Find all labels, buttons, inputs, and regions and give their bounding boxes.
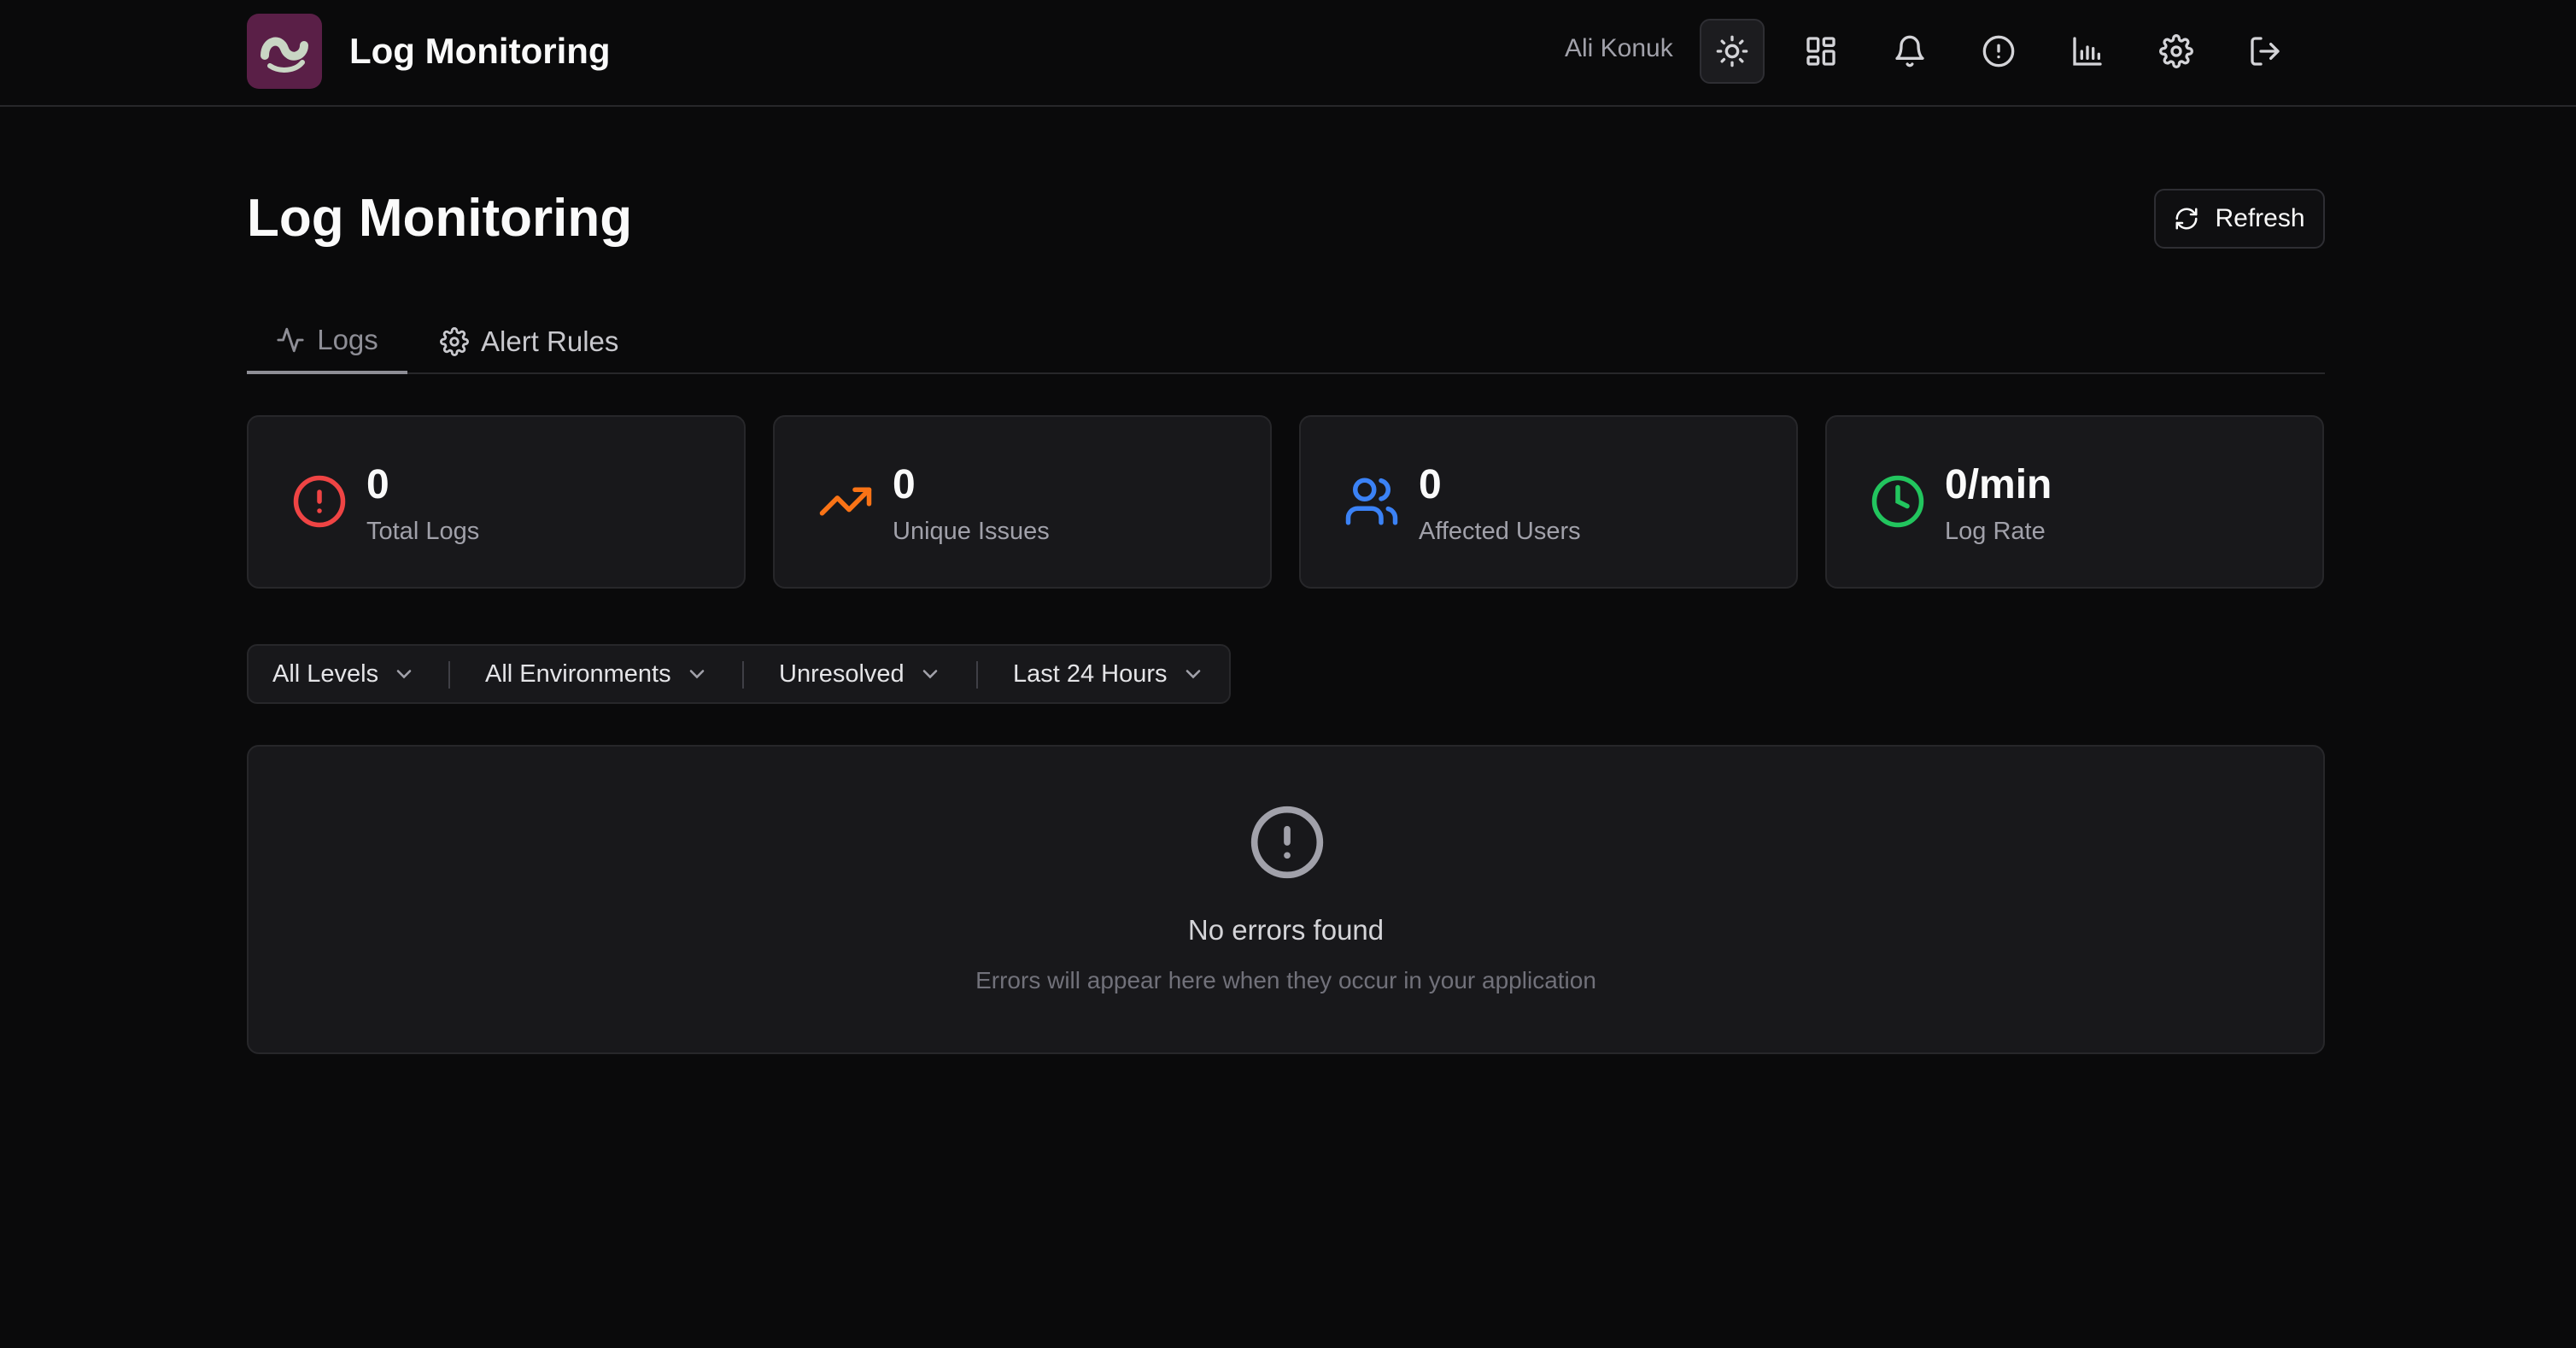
- logout-icon: [2251, 37, 2280, 66]
- stat-label: Log Rate: [1945, 518, 2046, 545]
- logout-button[interactable]: [2233, 19, 2298, 84]
- stat-label: Unique Issues: [893, 518, 1050, 545]
- tab-alert-rules[interactable]: Alert Rules: [440, 309, 618, 374]
- sun-icon: [1716, 35, 1748, 67]
- stat-label: Total Logs: [366, 518, 480, 545]
- notifications-button[interactable]: [1877, 19, 1942, 84]
- gear-icon: [440, 327, 469, 356]
- stat-card-unique-issues: 0 Unique Issues: [773, 415, 1272, 589]
- alert-circle-icon: [1982, 35, 2015, 67]
- bell-icon: [1895, 35, 1924, 67]
- filter-label: All Levels: [272, 659, 379, 688]
- filter-divider: [742, 661, 744, 689]
- clock-icon: [1871, 475, 1924, 528]
- nav-icons: [1700, 19, 2321, 84]
- stat-value: 0: [1419, 462, 1442, 507]
- chevron-down-icon: [396, 670, 412, 679]
- bar-chart-icon: [2073, 37, 2102, 66]
- users-icon: [1345, 478, 1398, 525]
- activity-icon: [277, 327, 304, 353]
- settings-button[interactable]: [2144, 19, 2209, 84]
- filter-label: Last 24 Hours: [1013, 659, 1168, 688]
- analytics-button[interactable]: [2055, 19, 2120, 84]
- dashboard-icon: [1806, 37, 1835, 66]
- status-filter-select[interactable]: Unresolved: [779, 646, 942, 702]
- empty-state-subtitle: Errors will appear here when they occur …: [975, 967, 1596, 993]
- stat-value: 0/min: [1945, 462, 2052, 507]
- refresh-icon: [2175, 208, 2198, 230]
- filter-label: Unresolved: [779, 659, 905, 688]
- stat-value: 0: [893, 462, 916, 507]
- stat-card-log-rate: 0/min Log Rate: [1825, 415, 2324, 589]
- environment-filter-select[interactable]: All Environments: [485, 646, 709, 702]
- refresh-button[interactable]: Refresh: [2154, 189, 2325, 249]
- chevron-down-icon: [1186, 670, 1200, 679]
- filter-label: All Environments: [485, 659, 671, 688]
- tab-logs-label: Logs: [317, 324, 378, 355]
- tab-logs[interactable]: Logs: [247, 309, 407, 374]
- trending-up-icon: [819, 487, 872, 516]
- empty-state-title: No errors found: [1187, 914, 1385, 946]
- alert-circle-icon: [1250, 806, 1324, 879]
- dashboard-button[interactable]: [1789, 19, 1853, 84]
- stat-card-affected-users: 0 Affected Users: [1299, 415, 1798, 589]
- app-title: Log Monitoring: [349, 31, 611, 71]
- filter-bar: All Levels All Environments Unresolved L…: [247, 644, 1231, 704]
- brand[interactable]: Log Monitoring: [247, 14, 611, 89]
- stat-card-total-logs: 0 Total Logs: [247, 415, 746, 589]
- empty-state: No errors found Errors will appear here …: [247, 745, 2325, 1054]
- errors-button[interactable]: [1966, 19, 2031, 84]
- page-title: Log Monitoring: [247, 189, 633, 248]
- chevron-down-icon: [922, 670, 937, 679]
- tab-bar: Logs Alert Rules: [247, 309, 2325, 374]
- refresh-label: Refresh: [2215, 204, 2305, 232]
- filter-divider: [976, 661, 978, 689]
- alert-circle-icon: [293, 475, 346, 528]
- tab-alert-rules-label: Alert Rules: [481, 325, 619, 357]
- app-logo: [247, 14, 322, 89]
- filter-divider: [448, 661, 450, 689]
- top-bar: Log Monitoring Ali Konuk: [0, 0, 2576, 107]
- stat-value: 0: [366, 462, 389, 507]
- level-filter-select[interactable]: All Levels: [272, 646, 416, 702]
- time-range-filter-select[interactable]: Last 24 Hours: [1013, 646, 1205, 702]
- theme-toggle-button[interactable]: [1700, 19, 1765, 84]
- user-name[interactable]: Ali Konuk: [1565, 34, 1673, 63]
- stat-label: Affected Users: [1419, 518, 1581, 545]
- gear-icon: [2159, 34, 2193, 68]
- chevron-down-icon: [689, 670, 704, 679]
